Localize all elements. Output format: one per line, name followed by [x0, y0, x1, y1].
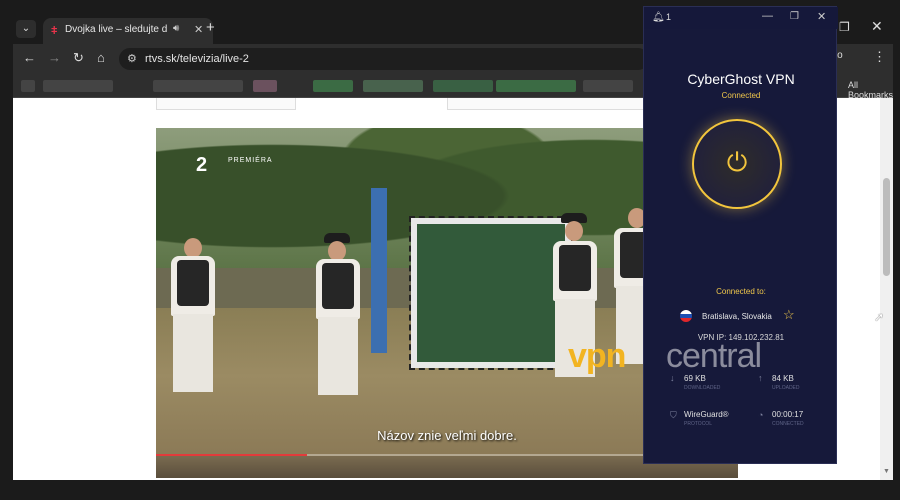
bookmark-item[interactable] — [313, 80, 353, 92]
upload-label: UPLOADED — [772, 385, 800, 391]
channel-logo: 2 — [196, 154, 207, 176]
protocol-shield-icon: ⛉ — [670, 410, 677, 420]
bookmark-item[interactable] — [496, 80, 576, 92]
all-bookmarks[interactable]: All Bookmarks — [848, 80, 893, 100]
page-card — [447, 98, 647, 110]
window-close-icon[interactable]: ✕ — [871, 18, 883, 35]
new-tab-button[interactable]: + — [206, 20, 215, 36]
vpn-titlebar: 🔔︎ 1 — ❐ ✕ — [644, 7, 838, 29]
bookmark-item[interactable] — [253, 80, 277, 92]
vpn-window: 🔔︎ 1 — ❐ ✕ CyberGhost VPN Connected ⏻ Co… — [643, 6, 838, 464]
reload-icon[interactable]: ↻ — [73, 50, 84, 66]
bookmark-item[interactable] — [433, 80, 493, 92]
address-bar[interactable]: ⚙ rtvs.sk/televizia/live-2 — [119, 48, 649, 70]
tab-close-icon[interactable]: ✕ — [194, 23, 203, 36]
favorite-star-icon[interactable]: ☆ — [783, 307, 795, 323]
vpncentral-watermark: vpn central — [568, 336, 838, 380]
bookmark-item[interactable] — [43, 80, 113, 92]
video-post — [371, 188, 387, 353]
watermark-central: central — [666, 337, 762, 375]
url-text: rtvs.sk/televizia/live-2 — [145, 53, 249, 65]
vpn-connection-status: Connected — [721, 91, 761, 100]
notification-bell-icon[interactable]: 🔔︎ — [652, 12, 665, 23]
window-restore-icon[interactable]: ❐ — [839, 20, 850, 34]
vpn-close-icon[interactable]: ✕ — [817, 10, 826, 23]
mouse-cursor-icon: ➚ — [874, 310, 885, 324]
vpn-maximize-icon[interactable]: ❐ — [790, 11, 799, 22]
download-label: DOWNLOADED — [684, 385, 721, 391]
clock-icon: ◔ — [758, 410, 764, 420]
tab-list-button[interactable]: ⌄ — [16, 20, 36, 38]
bookmark-item[interactable] — [583, 80, 633, 92]
notification-count: 1 — [666, 12, 672, 22]
screen: ⌄ ǂ Dvojka live – sledujte druhý 🔊︎ ✕ + … — [0, 0, 900, 500]
video-banner — [409, 216, 573, 370]
connected-to-label: Connected to: — [716, 287, 766, 296]
rtvs-favicon-icon: ǂ — [51, 25, 58, 37]
speaker-icon[interactable]: 🔊︎ — [173, 23, 179, 34]
tab-title: Dvojka live – sledujte druhý — [65, 24, 167, 35]
vpn-location[interactable]: Bratislava, Slovakia — [702, 312, 772, 321]
duration-value: 00:00:17 — [772, 410, 804, 419]
scrollbar-thumb[interactable] — [883, 178, 890, 276]
vpn-app-name: CyberGhost VPN — [687, 71, 795, 87]
scroll-down-arrow-icon[interactable]: ▼ — [883, 468, 890, 475]
premiere-badge: PREMIÉRA — [228, 157, 273, 164]
slovakia-flag-icon — [680, 310, 692, 322]
power-icon: ⏻ — [726, 147, 748, 177]
watermark-vpn: vpn — [568, 337, 626, 375]
bookmark-item[interactable] — [153, 80, 243, 92]
page-scrollbar[interactable]: ▼ — [880, 98, 893, 480]
protocol-label: PROTOCOL — [684, 421, 712, 427]
tab-dvojka-live[interactable]: ǂ Dvojka live – sledujte druhý 🔊︎ ✕ — [43, 18, 213, 44]
duration-label: CONNECTED — [772, 421, 804, 427]
back-icon[interactable]: ← — [23, 50, 36, 66]
site-settings-icon[interactable]: ⚙ — [127, 52, 137, 65]
protocol-value: WireGuard® — [684, 410, 729, 419]
vpn-power-button[interactable]: ⏻ — [692, 119, 782, 209]
page-card — [156, 98, 296, 110]
bookmark-item[interactable] — [363, 80, 423, 92]
home-icon[interactable]: ⌂ — [97, 50, 105, 66]
forward-icon[interactable]: → — [48, 50, 61, 66]
bookmark-item[interactable] — [21, 80, 35, 92]
vpn-minimize-icon[interactable]: — — [762, 10, 773, 22]
browser-menu-icon[interactable]: ⋮ — [873, 49, 886, 65]
